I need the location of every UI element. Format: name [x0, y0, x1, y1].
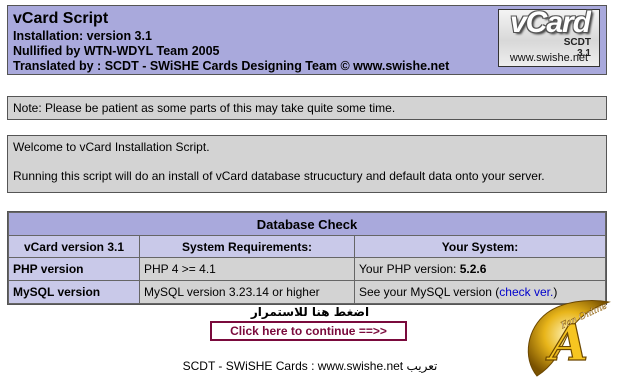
- footer-credit: SCDT - SWiSHE Cards : www.swishe.net تعر…: [182, 359, 438, 373]
- table-row-mysql: MySQL version MySQL version 3.23.14 or h…: [8, 280, 606, 304]
- system-prefix: Your PHP version:: [359, 262, 457, 276]
- table-row-php: PHP version PHP 4 >= 4.1 Your PHP versio…: [8, 257, 606, 281]
- continue-button[interactable]: Click here to continue ==>>: [210, 321, 407, 341]
- logo-url: www.swishe.net: [509, 52, 589, 64]
- column-header-requirements: System Requirements:: [139, 235, 355, 258]
- welcome-panel: Welcome to vCard Installation Script. Ru…: [7, 135, 607, 193]
- note-panel: Note: Please be patient as some parts of…: [7, 96, 607, 120]
- translated-credit: Translated by : SCDT - SWiSHE Cards Desi…: [13, 59, 450, 73]
- requirement-cell: MySQL version 3.23.14 or higher: [139, 280, 355, 304]
- app-title: vCard Script: [13, 10, 109, 27]
- php-version-value: 5.2.6: [459, 262, 487, 276]
- logo-title: vCard: [509, 6, 591, 39]
- column-header-version: vCard version 3.1: [8, 235, 140, 258]
- system-cell: Your PHP version: 5.2.6: [354, 257, 606, 281]
- installation-version: Installation: version 3.1: [13, 29, 152, 43]
- fan-online-emblem-icon: A Fan Online: [527, 300, 611, 377]
- row-label: MySQL version: [8, 280, 140, 304]
- row-label: PHP version: [8, 257, 140, 281]
- nullified-credit: Nullified by WTN-WDYL Team 2005: [13, 44, 220, 58]
- arabic-continue-label: اضغط هنا للاستمرار: [250, 305, 370, 319]
- column-header-your-system: Your System:: [354, 235, 606, 258]
- system-prefix: See your MySQL version (: [359, 285, 500, 299]
- requirement-cell: PHP 4 >= 4.1: [139, 257, 355, 281]
- vcard-logo: vCard SCDT 3.1 www.swishe.net: [498, 6, 600, 67]
- install-description: Running this script will do an install o…: [13, 169, 545, 183]
- welcome-line: Welcome to vCard Installation Script.: [13, 140, 210, 154]
- database-check-caption: Database Check: [8, 212, 606, 236]
- logo-sub1: SCDT: [563, 37, 591, 48]
- header-panel: vCard Script Installation: version 3.1 N…: [7, 5, 607, 75]
